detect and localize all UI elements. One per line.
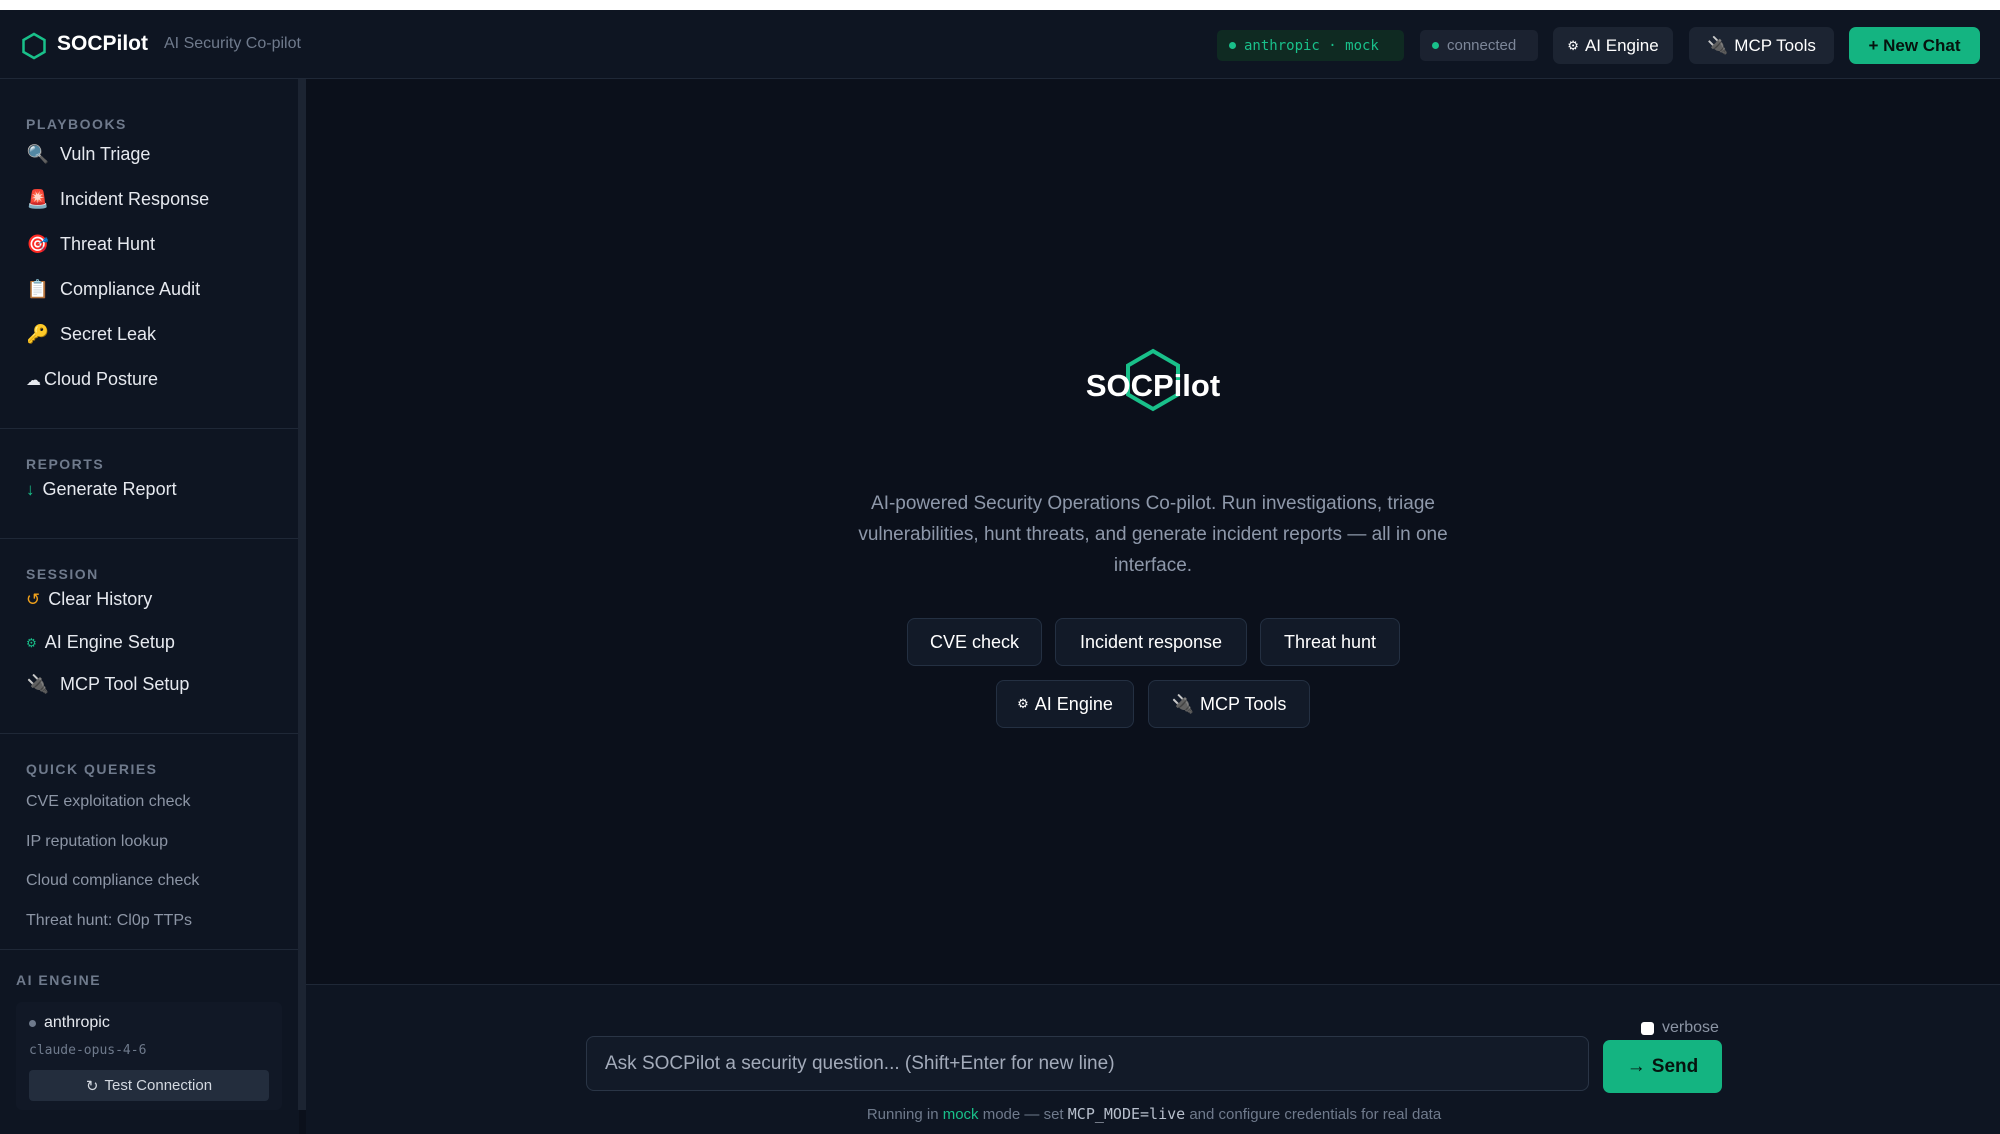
generate-report-label: Generate Report <box>42 479 177 499</box>
mode-note-code: MCP_MODE=live <box>1067 1105 1186 1123</box>
mcp-tool-setup-button[interactable]: 🔌 MCP Tool Setup <box>26 674 190 695</box>
brand-name: SOCPilot <box>57 32 149 55</box>
mcp-tools-button-label: MCP Tools <box>1734 35 1816 55</box>
plug-icon: 🔌 <box>26 674 50 694</box>
suggestion-chip-mcp-tools[interactable]: 🔌 MCP Tools <box>1148 680 1310 728</box>
ai-engine-button[interactable]: ⚙ AI Engine <box>1553 27 1673 64</box>
clipboard-icon: 📋 <box>26 279 50 299</box>
chat-input[interactable] <box>586 1036 1589 1091</box>
reports-heading: REPORTS <box>26 456 105 472</box>
gear-icon: ⚙ <box>1567 37 1579 53</box>
engine-provider: anthropic <box>29 1014 110 1032</box>
sidebar-item-cloud-posture[interactable]: ☁ Cloud Posture <box>26 369 158 390</box>
sidebar-divider <box>0 733 299 734</box>
quick-query-item[interactable]: CVE exploitation check <box>26 793 191 811</box>
sidebar-item-threat-hunt[interactable]: 🎯 Threat Hunt <box>26 234 155 255</box>
ai-engine-heading: AI ENGINE <box>16 972 102 988</box>
chip-label: Threat hunt <box>1283 631 1377 652</box>
generate-report-button[interactable]: ↓ Generate Report <box>26 479 177 500</box>
quick-query-item[interactable]: Threat hunt: Cl0p TTPs <box>26 912 192 930</box>
target-icon: 🎯 <box>26 234 50 254</box>
sidebar-item-incident-response[interactable]: 🚨 Incident Response <box>26 189 209 210</box>
new-chat-button[interactable]: + New Chat <box>1849 27 1980 64</box>
chip-label: Incident response <box>1079 631 1223 652</box>
connection-status-label: connected <box>1447 37 1517 54</box>
suggestion-chip-cve-check[interactable]: CVE check <box>907 618 1042 666</box>
new-chat-button-label: + New Chat <box>1868 35 1961 55</box>
gear-icon: ⚙ <box>26 635 37 650</box>
send-button[interactable]: → Send <box>1603 1040 1722 1093</box>
mode-note: Running in mock mode — set MCP_MODE=live… <box>586 1105 1722 1123</box>
arrow-right-icon: → <box>1626 1055 1646 1077</box>
cloud-icon: ☁ <box>26 371 41 389</box>
sidebar-scrollbar[interactable] <box>298 79 306 1110</box>
ai-engine-button-label: AI Engine <box>1584 35 1659 55</box>
plug-icon: 🔌 <box>1707 35 1729 55</box>
chip-label: MCP Tools <box>1200 693 1287 714</box>
quick-queries-heading: QUICK QUERIES <box>26 761 158 777</box>
siren-icon: 🚨 <box>26 189 50 209</box>
send-button-label: Send <box>1651 1055 1699 1077</box>
sidebar-divider <box>0 949 299 950</box>
chip-label: AI Engine <box>1034 693 1113 714</box>
quick-query-item[interactable]: IP reputation lookup <box>26 833 168 851</box>
mcp-tools-button[interactable]: 🔌 MCP Tools <box>1689 27 1834 64</box>
magnifier-icon: 🔍 <box>26 144 50 164</box>
status-dot-icon <box>1432 42 1439 49</box>
app-window: SOCPilot AI Security Co-pilot anthropic … <box>0 10 2000 1134</box>
quick-query-item[interactable]: Cloud compliance check <box>26 872 199 890</box>
gear-icon: ⚙ <box>1017 696 1029 711</box>
top-header: SOCPilot AI Security Co-pilot anthropic … <box>0 10 2000 79</box>
mode-note-middle: mode — set <box>982 1106 1064 1123</box>
ai-engine-card: anthropic claude-opus-4-6 ↻ Test Connect… <box>16 1002 282 1110</box>
status-dot-icon <box>29 1019 36 1027</box>
ai-engine-setup-button[interactable]: ⚙ AI Engine Setup <box>26 632 175 653</box>
engine-model: claude-opus-4-6 <box>29 1043 147 1058</box>
sidebar-item-label: Cloud Posture <box>44 369 159 389</box>
sidebar-divider <box>0 428 299 429</box>
connection-status-badge: connected <box>1420 30 1538 61</box>
engine-provider-label: anthropic <box>44 1014 110 1031</box>
sidebar-item-vuln-triage[interactable]: 🔍 Vuln Triage <box>26 144 151 165</box>
ai-engine-setup-label: AI Engine Setup <box>44 632 175 652</box>
sidebar-item-label: Incident Response <box>60 189 210 209</box>
plug-icon: 🔌 <box>1171 693 1195 714</box>
mode-note-prefix: Running in <box>866 1106 939 1123</box>
playbooks-heading: PLAYBOOKS <box>26 116 127 132</box>
provider-badge-label: anthropic · mock <box>1244 37 1379 54</box>
sidebar-item-label: Threat Hunt <box>60 234 156 254</box>
mcp-tool-setup-label: MCP Tool Setup <box>60 674 190 694</box>
sidebar-divider <box>0 538 299 539</box>
welcome-title: SOCPilot <box>1085 368 1221 403</box>
key-icon: 🔑 <box>26 324 50 344</box>
suggestion-chip-incident-response[interactable]: Incident response <box>1055 618 1247 666</box>
arrow-down-icon: ↓ <box>26 479 35 499</box>
checkbox-icon[interactable] <box>1641 1021 1654 1035</box>
provider-badge: anthropic · mock <box>1217 30 1404 61</box>
sidebar-item-compliance-audit[interactable]: 📋 Compliance Audit <box>26 279 200 300</box>
mode-note-suffix: and configure credentials for real data <box>1189 1106 1442 1123</box>
verbose-toggle[interactable]: verbose <box>1641 1019 1719 1037</box>
suggestion-chip-ai-engine[interactable]: ⚙ AI Engine <box>996 680 1134 728</box>
sidebar-item-label: Compliance Audit <box>60 279 201 299</box>
session-heading: SESSION <box>26 566 99 582</box>
sidebar-item-label: Secret Leak <box>60 324 157 344</box>
test-connection-button[interactable]: ↻ Test Connection <box>29 1070 269 1101</box>
chip-label: CVE check <box>929 631 1020 652</box>
refresh-icon: ↺ <box>26 589 41 609</box>
sidebar-item-secret-leak[interactable]: 🔑 Secret Leak <box>26 324 156 345</box>
sidebar-item-label: Vuln Triage <box>60 144 151 164</box>
refresh-icon: ↻ <box>85 1077 99 1095</box>
mode-note-mode: mock <box>942 1106 979 1123</box>
suggestion-chip-threat-hunt[interactable]: Threat hunt <box>1260 618 1400 666</box>
hexagon-logo-icon <box>22 32 46 60</box>
clear-history-button[interactable]: ↺ Clear History <box>26 589 152 610</box>
test-connection-label: Test Connection <box>104 1077 213 1094</box>
brand-tagline: AI Security Co-pilot <box>164 35 301 52</box>
clear-history-label: Clear History <box>48 589 153 609</box>
status-dot-icon <box>1229 42 1236 49</box>
verbose-label: verbose <box>1662 1019 1719 1036</box>
sidebar: PLAYBOOKS 🔍 Vuln Triage 🚨 Incident Respo… <box>0 79 299 1134</box>
welcome-description: AI-powered Security Operations Co-pilot.… <box>858 493 1448 576</box>
